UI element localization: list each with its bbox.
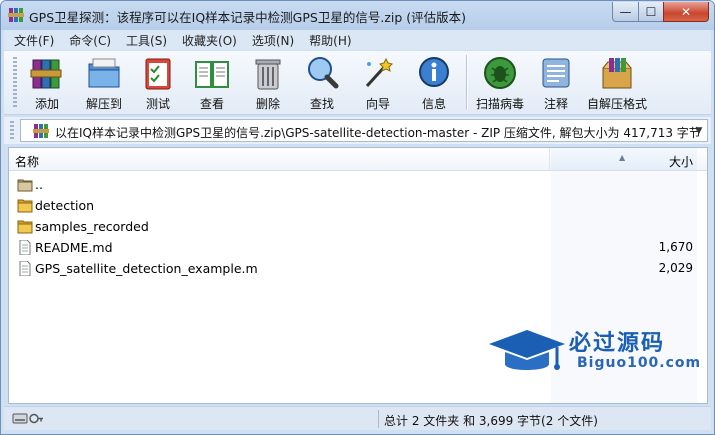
- list-item-detection[interactable]: detection: [9, 195, 697, 216]
- maximize-icon: ☐: [645, 4, 657, 19]
- info-button[interactable]: 信息: [412, 54, 456, 112]
- sfx-box-icon: [602, 58, 632, 89]
- folder-icon: [17, 220, 33, 234]
- list-header: 名称 ▲ 大小: [9, 148, 707, 171]
- address-path: 以在IQ样本记录中检测GPS卫星的信号.zip\GPS-satellite-de…: [55, 126, 701, 140]
- extract-to-icon: [88, 58, 120, 88]
- view-button[interactable]: 查看: [190, 54, 234, 112]
- wizard-wand-icon: [365, 57, 393, 88]
- status-separator: [378, 410, 379, 428]
- find-magnifier-icon: [308, 57, 339, 89]
- view-label: 查看: [199, 97, 224, 111]
- find-label: 查找: [309, 97, 334, 111]
- parent-folder-icon: [17, 179, 33, 192]
- drive-key-icon[interactable]: [12, 412, 44, 425]
- title-bar[interactable]: GPS卫星探测：该程序可以在IQ样本记录中检测GPS卫星的信号.zip (评估版…: [1, 1, 714, 30]
- column-size-label: 大小: [668, 155, 693, 169]
- chevron-down-icon: ▼: [695, 126, 703, 136]
- info-icon: [419, 57, 449, 87]
- menu-file[interactable]: 文件(F): [14, 32, 54, 49]
- info-label: 信息: [421, 97, 446, 111]
- sfx-button[interactable]: 自解压格式: [584, 54, 650, 112]
- file-size: 1,670: [658, 240, 693, 254]
- toolbar-grip[interactable]: [13, 57, 17, 109]
- watermark-chinese-text: 必过源码: [569, 331, 666, 356]
- wizard-label: 向导: [365, 97, 390, 111]
- document-icon: [19, 261, 31, 276]
- file-size: 2,029: [658, 261, 693, 275]
- toolbar: 添加 解压到 测试 查看 删除 查找 向导 信息 扫描病毒 注释 自解压格式: [4, 51, 711, 115]
- file-name: ..: [35, 177, 43, 192]
- scan-virus-label: 扫描病毒: [475, 97, 524, 111]
- address-bar-grip[interactable]: [10, 121, 14, 140]
- delete-label: 删除: [255, 97, 280, 111]
- watermark-site-text: Biguo100.com: [577, 355, 702, 371]
- list-item-up[interactable]: ..: [9, 174, 697, 195]
- view-book-icon: [195, 61, 229, 88]
- wizard-button[interactable]: 向导: [356, 54, 400, 112]
- comment-icon: [542, 58, 570, 88]
- address-dropdown-button[interactable]: ▼: [693, 123, 705, 139]
- maximize-button[interactable]: ☐: [638, 2, 664, 22]
- scan-virus-button[interactable]: 扫描病毒: [472, 54, 528, 112]
- minimize-icon: —: [619, 4, 632, 19]
- column-header-name[interactable]: 名称: [9, 148, 550, 170]
- add-books-icon: [30, 59, 62, 89]
- winrar-window: GPS卫星探测：该程序可以在IQ样本记录中检测GPS卫星的信号.zip (评估版…: [0, 0, 715, 435]
- test-button[interactable]: 测试: [136, 54, 180, 112]
- add-label: 添加: [34, 97, 59, 111]
- file-name: samples_recorded: [35, 219, 149, 234]
- file-list[interactable]: 名称 ▲ 大小 .. detection samples_recorded RE…: [8, 147, 708, 404]
- menu-tools[interactable]: 工具(S): [126, 32, 167, 49]
- menu-bar: 文件(F) 命令(C) 工具(S) 收藏夹(O) 选项(N) 帮助(H): [4, 30, 711, 50]
- sfx-label: 自解压格式: [586, 97, 647, 111]
- menu-options[interactable]: 选项(N): [252, 32, 294, 49]
- column-header-size[interactable]: ▲ 大小: [551, 148, 697, 170]
- close-icon: ✕: [680, 4, 692, 19]
- graduation-cap-icon: [489, 330, 565, 370]
- list-item-example-m[interactable]: GPS_satellite_detection_example.m 2,029: [9, 258, 697, 279]
- document-icon: [19, 240, 31, 255]
- toolbar-separator: [466, 55, 468, 109]
- status-summary: 总计 2 文件夹 和 3,699 字节(2 个文件): [384, 414, 598, 428]
- archive-icon: [33, 124, 49, 138]
- window-title: GPS卫星探测：该程序可以在IQ样本记录中检测GPS卫星的信号.zip (评估版…: [29, 10, 467, 25]
- menu-favorites[interactable]: 收藏夹(O): [182, 32, 237, 49]
- file-name: GPS_satellite_detection_example.m: [35, 261, 258, 276]
- list-item-readme[interactable]: README.md 1,670: [9, 237, 697, 258]
- delete-trash-icon: [255, 59, 281, 90]
- list-item-samples-recorded[interactable]: samples_recorded: [9, 216, 697, 237]
- comment-label: 注释: [543, 97, 568, 111]
- watermark-logo: 必过源码 Biguo100.com: [487, 324, 700, 384]
- test-clipboard-icon: [145, 58, 171, 90]
- status-bar: 总计 2 文件夹 和 3,699 字节(2 个文件): [4, 406, 711, 430]
- address-bar: 以在IQ样本记录中检测GPS卫星的信号.zip\GPS-satellite-de…: [4, 117, 711, 144]
- file-name: README.md: [35, 240, 113, 255]
- find-button[interactable]: 查找: [300, 54, 344, 112]
- menu-help[interactable]: 帮助(H): [309, 32, 351, 49]
- address-field[interactable]: 以在IQ样本记录中检测GPS卫星的信号.zip\GPS-satellite-de…: [20, 119, 708, 142]
- column-name-label: 名称: [15, 155, 40, 169]
- delete-button[interactable]: 删除: [246, 54, 290, 112]
- file-name: detection: [35, 198, 95, 213]
- add-button[interactable]: 添加: [24, 54, 70, 112]
- extract-to-button[interactable]: 解压到: [78, 54, 130, 112]
- close-button[interactable]: ✕: [663, 2, 709, 22]
- minimize-button[interactable]: —: [612, 2, 639, 22]
- winrar-app-icon[interactable]: [8, 7, 24, 23]
- extract-to-label: 解压到: [85, 97, 122, 111]
- folder-icon: [17, 199, 33, 213]
- menu-commands[interactable]: 命令(C): [69, 32, 111, 49]
- scan-virus-icon: [484, 57, 516, 89]
- test-label: 测试: [145, 97, 170, 111]
- comment-button[interactable]: 注释: [534, 54, 578, 112]
